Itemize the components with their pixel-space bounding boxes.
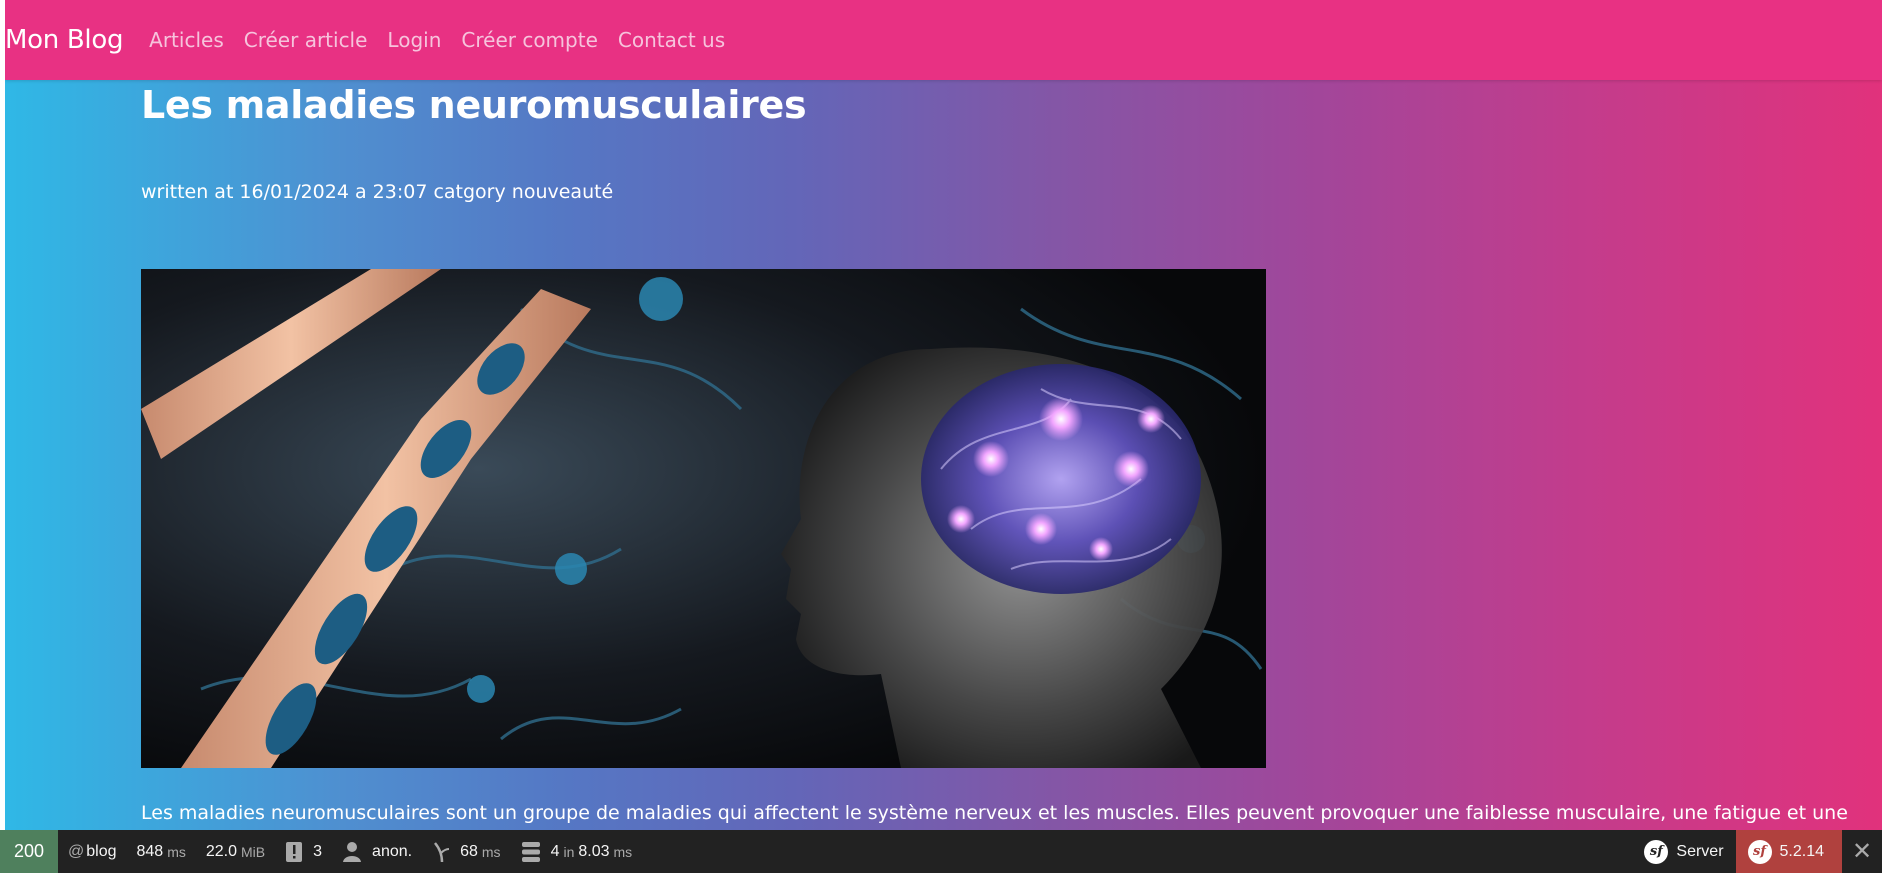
neuromuscular-illustration — [141, 269, 1266, 768]
memory-value: 22.0 — [205, 842, 238, 860]
db-unit: ms — [613, 843, 633, 860]
user-item[interactable]: anon. — [332, 830, 422, 873]
nav-link-login[interactable]: Login — [387, 28, 441, 52]
article-title: Les maladies neuromusculaires — [141, 83, 807, 127]
brand-logo[interactable]: Mon Blog — [5, 25, 123, 55]
database-icon — [521, 841, 541, 863]
time-unit: ms — [167, 843, 186, 860]
nav-link-contact[interactable]: Contact us — [618, 28, 725, 52]
user-name: anon. — [372, 842, 413, 860]
nav-link-create-article[interactable]: Créer article — [244, 28, 368, 52]
db-queries: 4 — [550, 842, 560, 860]
user-icon — [342, 841, 362, 863]
route-prefix: @ — [68, 842, 85, 860]
database-item[interactable]: 4 in 8.03 ms — [511, 830, 643, 873]
symfony-version: 5.2.14 — [1779, 842, 1824, 860]
db-time: 8.03 — [578, 842, 610, 860]
nav-link-create-account[interactable]: Créer compte — [461, 28, 598, 52]
article-meta: written at 16/01/2024 a 23:07 catgory no… — [141, 181, 614, 203]
close-icon[interactable]: ✕ — [1842, 830, 1882, 873]
memory-unit: MiB — [241, 843, 266, 860]
server-item[interactable]: sf Server — [1632, 830, 1735, 873]
twig-value: 68 — [460, 842, 478, 860]
navbar: Mon Blog Articles Créer article Login Cr… — [5, 0, 1882, 80]
debug-toolbar: 200 @ blog 848 ms 22.0 MiB 3 anon. 68 ms… — [0, 830, 1882, 873]
symfony-version-logo-icon: sf — [1747, 839, 1772, 864]
logs-item[interactable]: 3 — [275, 830, 332, 873]
route-item[interactable]: @ blog — [58, 830, 127, 873]
article-excerpt: Les maladies neuromusculaires sont un gr… — [141, 802, 1848, 824]
time-value: 848 — [136, 842, 164, 860]
twig-icon — [432, 841, 450, 863]
time-item[interactable]: 848 ms — [127, 830, 196, 873]
symfony-version-item[interactable]: sf 5.2.14 — [1735, 830, 1842, 873]
nav-link-articles[interactable]: Articles — [149, 28, 224, 52]
twig-item[interactable]: 68 ms — [422, 830, 510, 873]
page-background: Mon Blog Articles Créer article Login Cr… — [5, 0, 1882, 873]
db-in-label: in — [563, 843, 575, 860]
server-label: Server — [1676, 842, 1724, 860]
status-code-badge[interactable]: 200 — [0, 830, 58, 873]
memory-item[interactable]: 22.0 MiB — [196, 830, 275, 873]
article-header: Les maladies neuromusculaires written at… — [141, 80, 1741, 203]
route-name: blog — [86, 842, 117, 860]
article-image — [141, 269, 1266, 768]
symfony-logo-icon: sf — [1644, 839, 1669, 864]
logs-count: 3 — [313, 842, 323, 860]
logs-icon — [285, 841, 303, 863]
twig-unit: ms — [481, 843, 501, 860]
